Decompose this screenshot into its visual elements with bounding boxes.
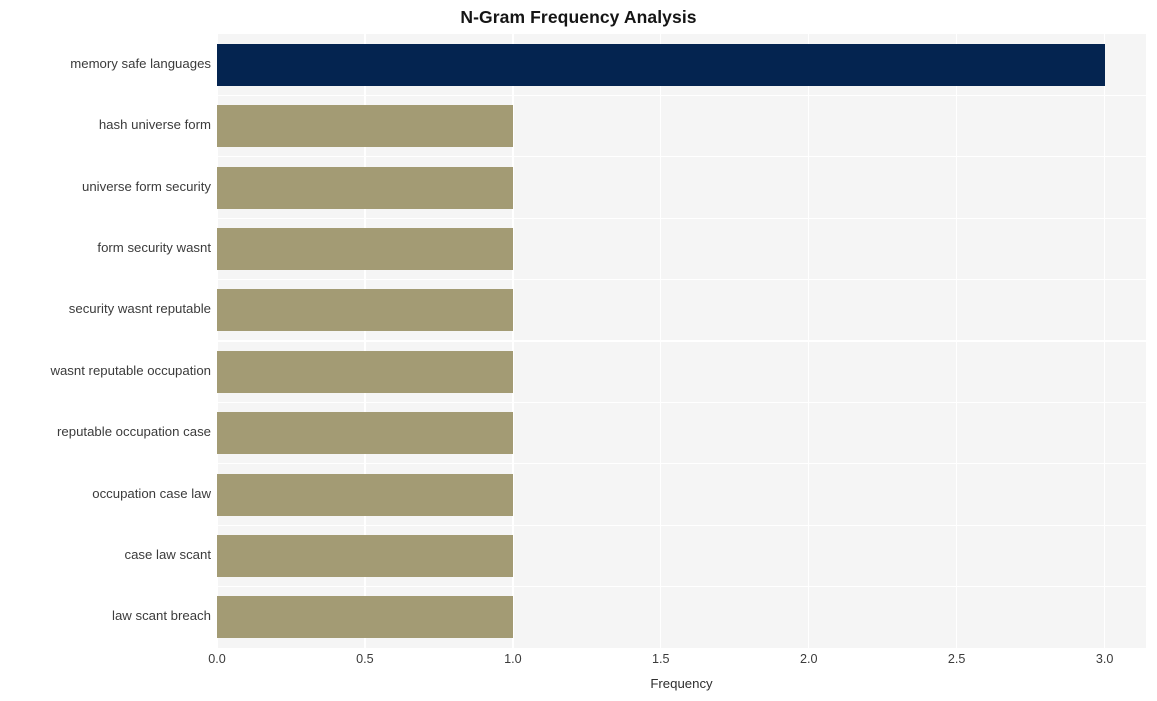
y-gridline [217, 463, 1146, 465]
x-axis-tick-labels: 0.0 0.5 1.0 1.5 2.0 2.5 3.0 [208, 652, 1146, 672]
y-gridline [217, 278, 1146, 281]
y-tick-label: memory safe languages [70, 55, 211, 71]
y-gridline [217, 401, 1146, 404]
y-tick-label: case law scant [124, 546, 212, 562]
y-gridline [217, 340, 1146, 342]
x-tick-label: 3.0 [1095, 652, 1114, 666]
y-gridline [217, 217, 1146, 219]
chart-figure: N-Gram Frequency Analysis memory safe la… [0, 0, 1157, 701]
y-gridline [217, 524, 1146, 526]
x-tick-label: 1.5 [652, 652, 670, 666]
bar[interactable] [217, 43, 1105, 86]
bar[interactable] [217, 412, 513, 455]
y-tick-label: reputable occupation case [57, 424, 211, 440]
bar[interactable] [217, 289, 513, 332]
y-tick-label: occupation case law [92, 485, 211, 501]
x-tick-label: 1.0 [504, 652, 522, 666]
y-tick-label: universe form security [82, 178, 211, 194]
y-gridline [217, 94, 1146, 97]
bar[interactable] [217, 227, 513, 270]
bar[interactable] [217, 534, 513, 577]
y-gridline [217, 156, 1146, 158]
x-tick-label: 2.5 [947, 652, 966, 666]
y-axis-tick-labels: memory safe languages hash universe form u… [0, 34, 211, 648]
bar[interactable] [217, 596, 513, 639]
y-gridline [217, 585, 1146, 588]
bar[interactable] [217, 350, 513, 393]
x-axis-title: Frequency [650, 676, 713, 691]
y-tick-label: form security wasnt [97, 239, 211, 255]
bar[interactable] [217, 166, 513, 209]
y-tick-label: security wasnt reputable [68, 301, 211, 317]
chart-title: N-Gram Frequency Analysis [460, 7, 697, 27]
y-tick-label: wasnt reputable occupation [50, 362, 211, 378]
x-tick-label: 0.5 [356, 652, 374, 666]
bar[interactable] [217, 473, 513, 516]
y-tick-label: law scant breach [112, 608, 211, 624]
x-tick-label: 0.0 [208, 652, 226, 666]
bar[interactable] [217, 105, 513, 148]
plot-area [217, 34, 1146, 648]
y-tick-label: hash universe form [98, 117, 211, 133]
x-tick-label: 2.0 [799, 652, 818, 666]
